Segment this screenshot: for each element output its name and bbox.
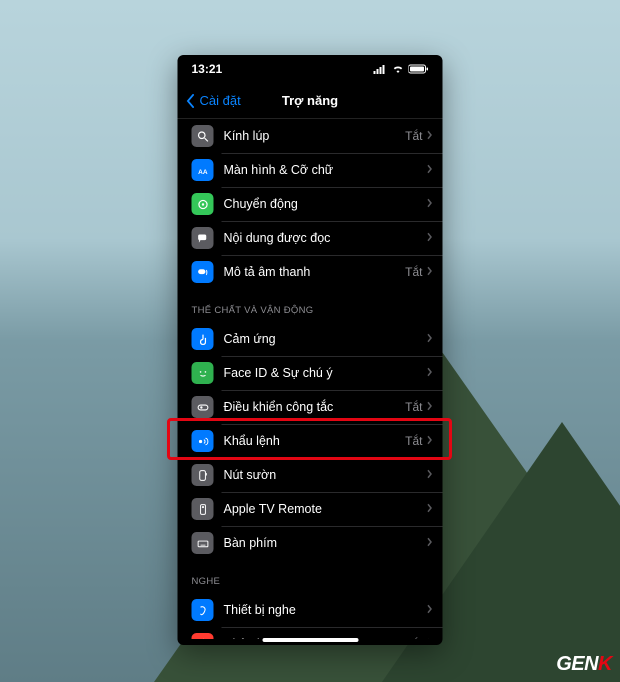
keyboard-icon: [192, 532, 214, 554]
section-hearing: NGHE: [178, 560, 443, 593]
nav-bar: Cài đặt Trợ năng: [178, 83, 443, 119]
chevron-right-icon: [427, 398, 433, 416]
chevron-right-icon: [427, 364, 433, 382]
speech-icon: [192, 227, 214, 249]
row-label: Face ID & Sự chú ý: [224, 366, 427, 380]
row-status: Tắt: [405, 265, 422, 279]
row-status: Tắt: [405, 129, 422, 143]
chevron-left-icon: [186, 94, 196, 108]
row-label: Thiết bị nghe: [224, 603, 427, 617]
chevron-right-icon: [427, 161, 433, 179]
chevron-right-icon: [427, 500, 433, 518]
sound-recognition-icon: [192, 633, 214, 639]
chevron-right-icon: [427, 466, 433, 484]
row-display-text-size[interactable]: AA Màn hình & Cỡ chữ: [178, 153, 443, 187]
row-label: Apple TV Remote: [224, 502, 427, 516]
signal-icon: [374, 64, 388, 74]
back-label: Cài đặt: [200, 93, 241, 108]
motion-icon: [192, 193, 214, 215]
row-status: Tắt: [405, 400, 422, 414]
text-size-icon: AA: [192, 159, 214, 181]
wifi-icon: [392, 64, 405, 74]
row-side-button[interactable]: Nút sườn: [178, 458, 443, 492]
watermark-part1: GEN: [556, 653, 598, 675]
row-voice-control[interactable]: Khẩu lệnh Tắt: [178, 424, 443, 458]
row-status: Tắt: [405, 434, 422, 448]
row-spoken-content[interactable]: Nội dung được đọc: [178, 221, 443, 255]
back-button[interactable]: Cài đặt: [186, 93, 241, 108]
switch-control-icon: [192, 396, 214, 418]
row-label: Chuyển động: [224, 197, 427, 211]
row-keyboards[interactable]: Bàn phím: [178, 526, 443, 560]
chevron-right-icon: [427, 263, 433, 281]
page-title: Trợ năng: [282, 93, 338, 108]
row-touch[interactable]: Cảm ứng: [178, 322, 443, 356]
home-indicator[interactable]: [262, 638, 358, 642]
faceid-icon: [192, 362, 214, 384]
row-label: Màn hình & Cỡ chữ: [224, 163, 427, 177]
row-apple-tv-remote[interactable]: Apple TV Remote: [178, 492, 443, 526]
phone-frame: 13:21 Cài đặt Trợ năng Kính lúp Tắt AA M…: [178, 55, 443, 645]
row-label: Nội dung được đọc: [224, 231, 427, 245]
row-motion[interactable]: Chuyển động: [178, 187, 443, 221]
battery-icon: [409, 64, 429, 74]
chevron-right-icon: [427, 229, 433, 247]
row-label: Khẩu lệnh: [224, 434, 406, 448]
chevron-right-icon: [427, 195, 433, 213]
watermark-part2: K: [598, 653, 612, 675]
row-magnifier[interactable]: Kính lúp Tắt: [178, 119, 443, 153]
settings-list: Kính lúp Tắt AA Màn hình & Cỡ chữ Chuyển…: [178, 119, 443, 639]
side-button-icon: [192, 464, 214, 486]
row-label: Cảm ứng: [224, 332, 427, 346]
row-switch-control[interactable]: Điều khiển công tắc Tắt: [178, 390, 443, 424]
row-label: Bàn phím: [224, 536, 427, 550]
voice-control-icon: [192, 430, 214, 452]
status-time: 13:21: [192, 62, 223, 76]
svg-text:AA: AA: [198, 168, 208, 175]
chevron-right-icon: [427, 534, 433, 552]
touch-icon: [192, 328, 214, 350]
row-status: Tắt: [405, 637, 422, 639]
row-audio-descriptions[interactable]: Mô tả âm thanh Tắt: [178, 255, 443, 289]
ear-icon: [192, 599, 214, 621]
audio-desc-icon: [192, 261, 214, 283]
row-faceid-attention[interactable]: Face ID & Sự chú ý: [178, 356, 443, 390]
row-label: Nút sườn: [224, 468, 427, 482]
magnifier-icon: [192, 125, 214, 147]
row-label: Điều khiển công tắc: [224, 400, 406, 414]
row-hearing-devices[interactable]: Thiết bị nghe: [178, 593, 443, 627]
row-label: Kính lúp: [224, 129, 406, 143]
chevron-right-icon: [427, 601, 433, 619]
chevron-right-icon: [427, 635, 433, 639]
row-label: Mô tả âm thanh: [224, 265, 406, 279]
section-physical-motor: THỂ CHẤT VÀ VẬN ĐỘNG: [178, 289, 443, 322]
tv-remote-icon: [192, 498, 214, 520]
chevron-right-icon: [427, 127, 433, 145]
status-bar: 13:21: [178, 55, 443, 83]
chevron-right-icon: [427, 330, 433, 348]
chevron-right-icon: [427, 432, 433, 450]
status-indicators: [374, 64, 429, 74]
watermark: GENK: [556, 653, 612, 676]
